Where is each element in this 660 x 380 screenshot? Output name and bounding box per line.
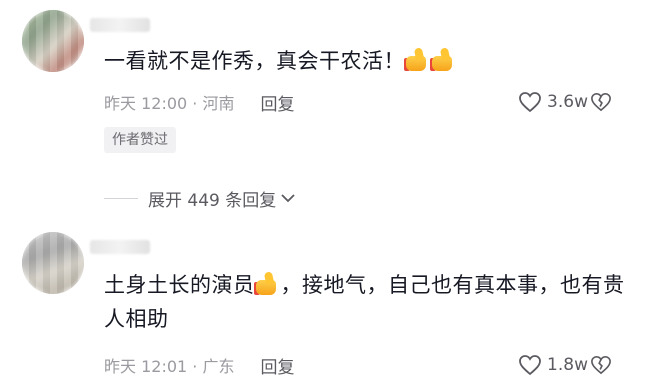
avatar[interactable] bbox=[22, 10, 84, 72]
comment-text: 土身土长的演员 ，接地气，自己也有真本事，也有贵人相助 bbox=[104, 268, 640, 336]
heart-outline-icon bbox=[519, 92, 541, 113]
expand-replies-label: 展开 449 条回复 bbox=[148, 190, 277, 211]
reply-button[interactable]: 回复 bbox=[260, 353, 294, 378]
comment-time-location: 昨天 12:01 · 广东 bbox=[104, 357, 235, 376]
thumbs-up-emoji bbox=[404, 47, 430, 72]
comment-item: 一看就不是作秀，真会干农活！ 昨天 12:00 · 河南 回复 3.6w 作者赞… bbox=[0, 0, 660, 211]
reply-button[interactable]: 回复 bbox=[260, 90, 294, 115]
comment-text-content: 一看就不是作秀，真会干农活！ bbox=[104, 49, 405, 73]
broken-heart-icon bbox=[591, 92, 611, 112]
author-liked-badge: 作者赞过 bbox=[104, 127, 176, 153]
like-button[interactable]: 3.6w bbox=[518, 91, 588, 113]
username-blurred[interactable] bbox=[90, 240, 150, 254]
comment-text: 一看就不是作秀，真会干农活！ bbox=[104, 44, 640, 78]
chevron-down-icon bbox=[281, 194, 295, 203]
dislike-button[interactable] bbox=[590, 355, 612, 379]
comment-meta: 昨天 12:01 · 广东 回复 1.8w bbox=[104, 353, 640, 379]
like-count: 3.6w bbox=[547, 92, 588, 112]
heart-outline-icon bbox=[519, 355, 541, 376]
broken-heart-icon bbox=[591, 355, 611, 375]
username-blurred[interactable] bbox=[90, 18, 150, 32]
comment-text-part1: 土身土长的演员 bbox=[104, 273, 255, 297]
like-button[interactable]: 1.8w bbox=[518, 354, 588, 376]
comment-time-location: 昨天 12:00 · 河南 bbox=[104, 94, 235, 113]
thumbs-up-emoji bbox=[430, 47, 456, 72]
avatar[interactable] bbox=[22, 232, 84, 294]
like-count: 1.8w bbox=[547, 355, 588, 375]
comment-meta: 昨天 12:00 · 河南 回复 3.6w bbox=[104, 90, 640, 116]
comment-item: 土身土长的演员 ，接地气，自己也有真本事，也有贵人相助 昨天 12:01 · 广东… bbox=[0, 232, 660, 380]
divider-line bbox=[104, 197, 138, 199]
dislike-button[interactable] bbox=[590, 92, 612, 116]
expand-replies-button[interactable]: 展开 449 条回复 bbox=[104, 186, 296, 211]
thumbs-up-emoji bbox=[253, 271, 280, 296]
